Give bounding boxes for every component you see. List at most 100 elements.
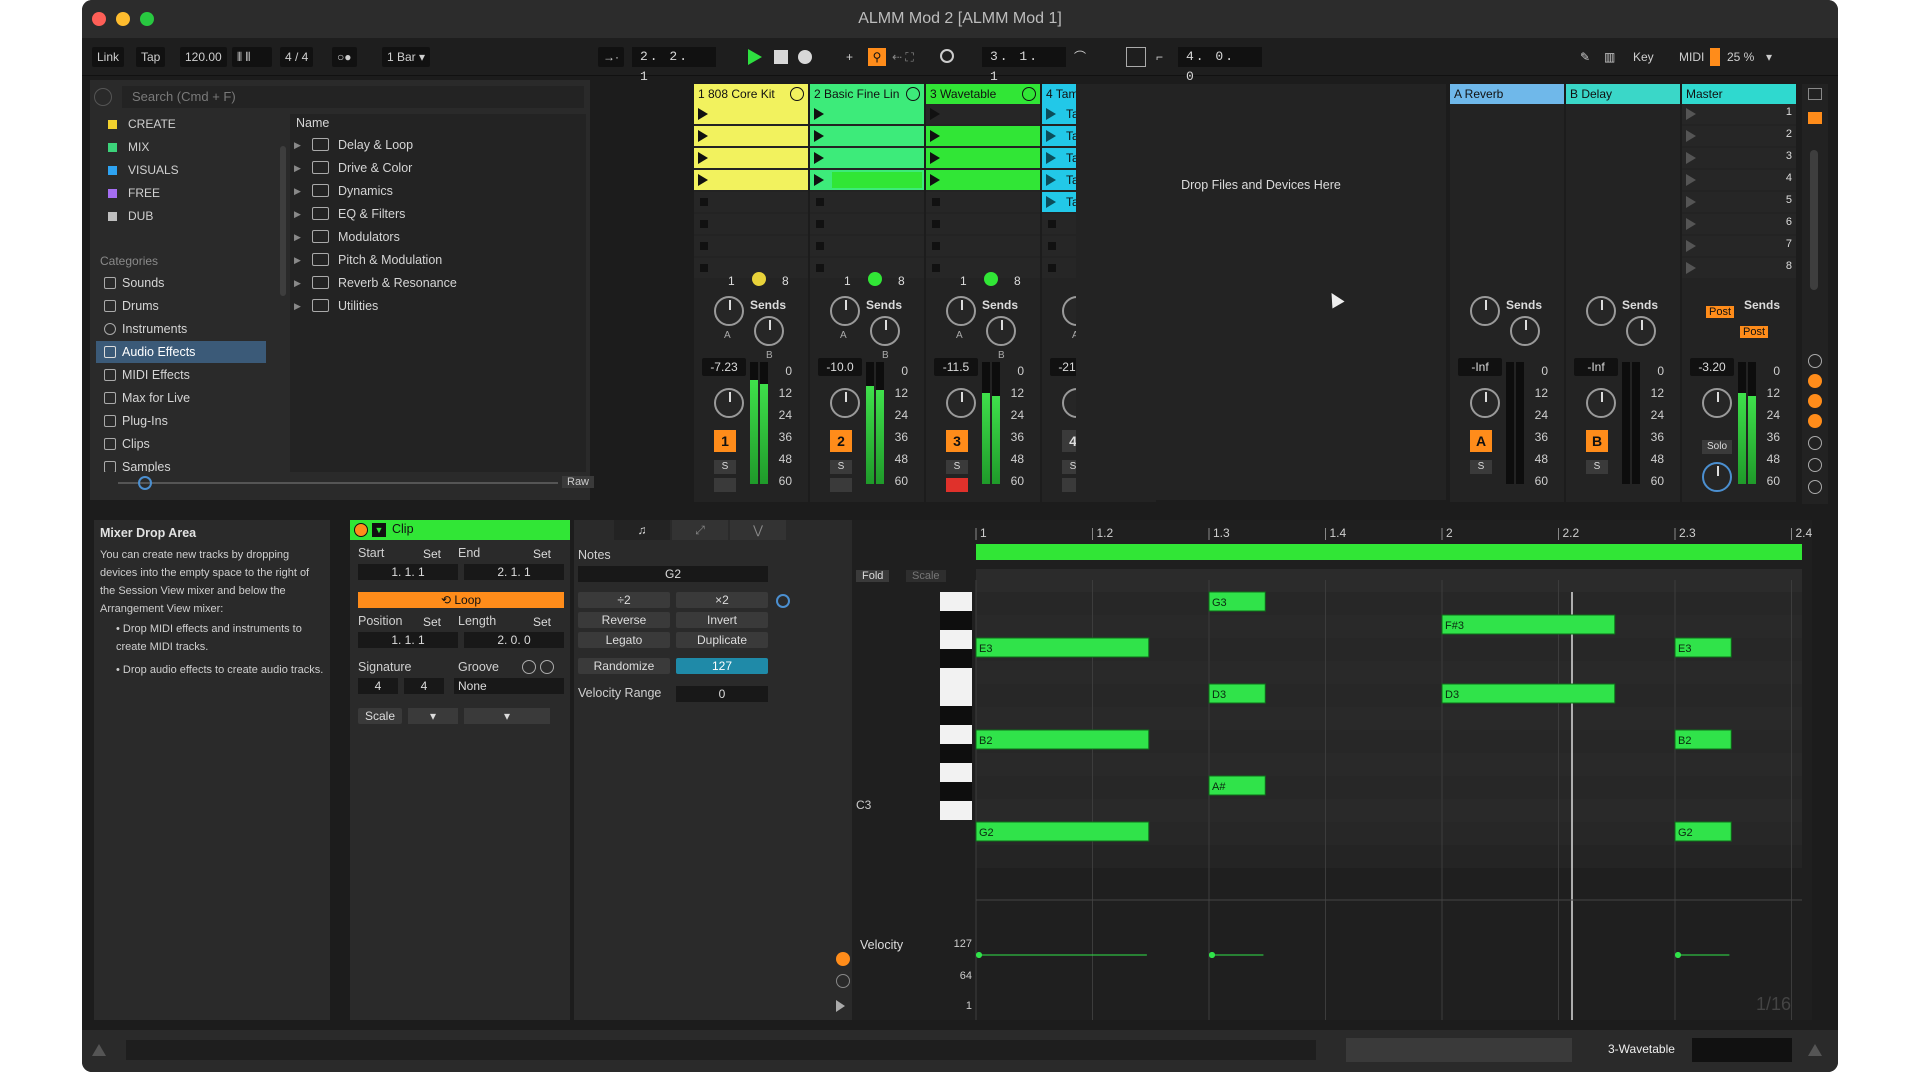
- commit-groove-icon[interactable]: [540, 660, 554, 674]
- delay-icon[interactable]: [1808, 436, 1822, 450]
- solo-button[interactable]: S: [830, 460, 852, 474]
- clip-launch-icon[interactable]: [698, 130, 708, 142]
- send-a-knob[interactable]: [830, 296, 860, 326]
- return-track-title[interactable]: B Delay: [1566, 84, 1680, 104]
- expand-icon[interactable]: ▶: [294, 249, 301, 271]
- send-b-knob[interactable]: [1510, 316, 1540, 346]
- quantize-dropdown[interactable]: 1 Bar ▾: [382, 47, 431, 67]
- category-samples[interactable]: Samples: [96, 456, 266, 472]
- preview-notes-icon[interactable]: [776, 594, 790, 608]
- legato-button[interactable]: Legato: [578, 632, 670, 648]
- clip-body[interactable]: [948, 172, 1038, 188]
- probability-tab-icon[interactable]: ⋁: [730, 520, 786, 540]
- clip-slot[interactable]: [694, 236, 808, 256]
- category-midi-effects[interactable]: MIDI Effects: [96, 364, 266, 386]
- folder-pitch-modulation[interactable]: ▶ Pitch & Modulation: [290, 249, 442, 271]
- loop-length-field[interactable]: 4. 0. 0: [1178, 47, 1262, 84]
- loop-button[interactable]: ⟲ Loop: [358, 592, 564, 608]
- clip-slot[interactable]: [926, 192, 1040, 212]
- clip-launch-icon[interactable]: [814, 108, 824, 120]
- clip-body[interactable]: [716, 172, 806, 188]
- session-scrollbar[interactable]: [1810, 150, 1818, 290]
- follow-icon[interactable]: →·: [598, 47, 624, 67]
- output-channel[interactable]: 8: [782, 274, 789, 288]
- record-button[interactable]: [798, 50, 812, 64]
- scene-launch-icon[interactable]: [1686, 174, 1696, 186]
- sends-icon[interactable]: [1808, 374, 1822, 388]
- clip-stop-icon[interactable]: [816, 198, 824, 206]
- bar-marker[interactable]: 1: [980, 526, 987, 540]
- clip-body[interactable]: [716, 128, 806, 144]
- clip-slot[interactable]: [926, 236, 1040, 256]
- groove-dropdown[interactable]: None: [454, 678, 564, 694]
- clip-slot[interactable]: [926, 214, 1040, 234]
- velocity-range-field[interactable]: 0: [676, 686, 768, 702]
- clip-launch-icon[interactable]: [698, 108, 708, 120]
- double-button[interactable]: ×2: [676, 592, 768, 608]
- monitor-knob-icon[interactable]: [752, 272, 766, 286]
- master-volume[interactable]: -3.20: [1690, 358, 1734, 376]
- selected-track-name[interactable]: 3-Wavetable: [1608, 1042, 1675, 1056]
- session-record-button[interactable]: [940, 49, 954, 63]
- send-a-knob[interactable]: [1470, 296, 1500, 326]
- send-a-knob[interactable]: [946, 296, 976, 326]
- expand-icon[interactable]: ▶: [294, 203, 301, 225]
- nudge-icon[interactable]: ⫴ ⫴: [232, 47, 272, 67]
- track-overview-thumbnail[interactable]: [1692, 1038, 1792, 1062]
- key-map-button[interactable]: Key: [1628, 47, 1659, 67]
- note-pitch-field[interactable]: G2: [578, 566, 768, 582]
- length-field[interactable]: 2. 0. 0: [464, 632, 564, 648]
- category-instruments[interactable]: Instruments: [96, 318, 266, 340]
- clip-stop-icon[interactable]: [1048, 264, 1056, 272]
- minimize-window-button[interactable]: [116, 12, 130, 26]
- velocity-lane-icon[interactable]: [836, 952, 850, 966]
- expand-icon[interactable]: ▶: [294, 180, 301, 202]
- bar-marker[interactable]: 2: [1446, 526, 1453, 540]
- midi-note[interactable]: [975, 729, 1150, 750]
- arm-button[interactable]: [946, 478, 968, 492]
- bar-marker[interactable]: 1.4: [1330, 526, 1347, 540]
- collection-free[interactable]: FREE: [108, 186, 160, 200]
- close-window-button[interactable]: [92, 12, 106, 26]
- overdub-icon[interactable]: +: [846, 47, 862, 67]
- signature-numerator[interactable]: 4: [358, 678, 398, 694]
- solo-button[interactable]: S: [946, 460, 968, 474]
- folder-eq-filters[interactable]: ▶ EQ & Filters: [290, 203, 405, 225]
- mixer-icon[interactable]: [1808, 414, 1822, 428]
- send-a-knob[interactable]: [714, 296, 744, 326]
- duplicate-button[interactable]: Duplicate: [676, 632, 768, 648]
- output-channel[interactable]: 8: [1014, 274, 1021, 288]
- clip-launch-icon[interactable]: [930, 152, 940, 164]
- arm-button[interactable]: [830, 478, 852, 492]
- clip-slot[interactable]: [926, 126, 1040, 146]
- sends-toggle-icon[interactable]: [1808, 112, 1822, 124]
- scale-root-dropdown[interactable]: ▾: [408, 708, 458, 724]
- scene-launch-icon[interactable]: [1686, 108, 1696, 120]
- track-activator-button[interactable]: 1: [714, 430, 736, 452]
- folder-dynamics[interactable]: ▶ Dynamics: [290, 180, 393, 202]
- cue-volume-knob[interactable]: [1702, 462, 1732, 492]
- start-field[interactable]: 1. 1. 1: [358, 564, 458, 580]
- input-channel[interactable]: 1: [844, 274, 851, 288]
- solo-button[interactable]: S: [1470, 460, 1492, 474]
- drop-area[interactable]: Drop Files and Devices Here: [1076, 84, 1446, 500]
- clip-activator-icon[interactable]: [354, 523, 368, 537]
- signature-denominator[interactable]: 4: [404, 678, 444, 694]
- clip-launch-icon[interactable]: [930, 130, 940, 142]
- collection-mix[interactable]: MIX: [108, 140, 149, 154]
- midi-map-button[interactable]: MIDI: [1674, 47, 1709, 67]
- clip-slot[interactable]: [810, 192, 924, 212]
- clip-stop-icon[interactable]: [700, 198, 708, 206]
- expand-icon[interactable]: ▶: [294, 157, 301, 179]
- folder-drive-color[interactable]: ▶ Drive & Color: [290, 157, 412, 179]
- clip-launch-icon[interactable]: [930, 174, 940, 186]
- clip-launch-icon[interactable]: [930, 108, 940, 120]
- show-info-icon[interactable]: [92, 1044, 106, 1056]
- clip-stop-icon[interactable]: [1048, 242, 1056, 250]
- zoom-window-button[interactable]: [140, 12, 154, 26]
- track-activator-button[interactable]: 3: [946, 430, 968, 452]
- end-field[interactable]: 2. 1. 1: [464, 564, 564, 580]
- loop-start-field[interactable]: 3. 1. 1: [982, 47, 1066, 84]
- arrangement-position[interactable]: 2. 2. 1: [632, 47, 716, 84]
- folder-modulators[interactable]: ▶ Modulators: [290, 226, 400, 248]
